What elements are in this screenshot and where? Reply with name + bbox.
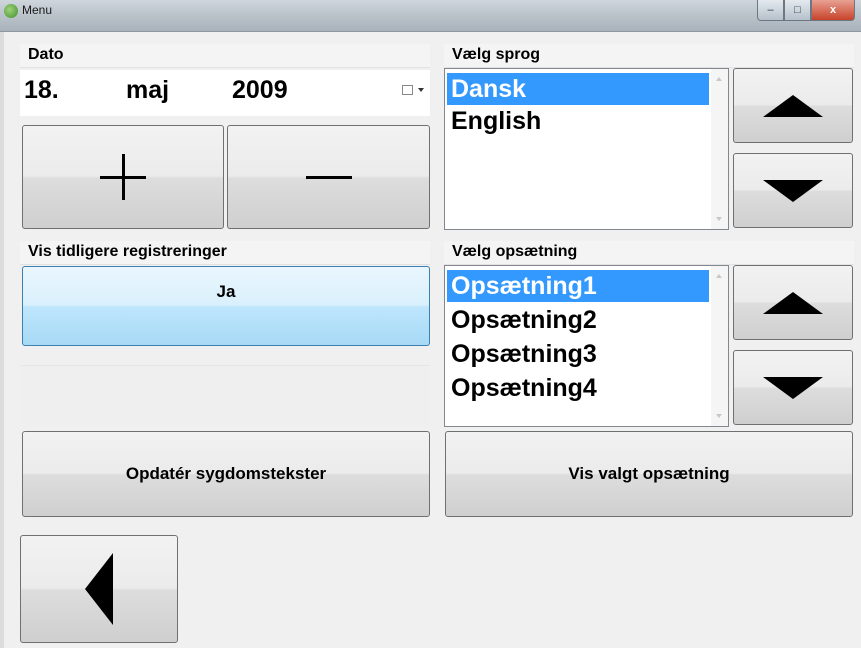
- show-history-button[interactable]: Ja: [22, 266, 430, 346]
- setup-item-2[interactable]: Opsætning2: [447, 304, 709, 336]
- show-selected-setup-button[interactable]: Vis valgt opsætning: [445, 431, 853, 517]
- scroll-down-arrow-icon[interactable]: [716, 414, 722, 418]
- plus-icon: [100, 154, 146, 200]
- down-arrow-icon: [763, 179, 823, 202]
- back-arrow-icon: [85, 553, 113, 625]
- language-item-dansk[interactable]: Dansk: [447, 73, 709, 105]
- back-button[interactable]: [20, 535, 178, 643]
- date-year[interactable]: 2009: [232, 76, 288, 105]
- history-label: Vis tidligere registreringer: [20, 241, 430, 265]
- decrement-date-button[interactable]: [227, 125, 430, 229]
- up-arrow-icon: [763, 94, 823, 117]
- window-title: Menu: [22, 3, 53, 17]
- setup-item-1[interactable]: Opsætning1: [447, 270, 709, 302]
- language-label: Vælg sprog: [444, 44, 854, 68]
- setup-scrollbar[interactable]: [711, 266, 728, 426]
- date-day[interactable]: 18.: [24, 76, 59, 105]
- setup-listbox[interactable]: Opsætning1 Opsætning2 Opsætning3 Opsætni…: [444, 265, 729, 427]
- setup-label: Vælg opsætning: [444, 241, 854, 265]
- setup-item-4[interactable]: Opsætning4: [447, 372, 709, 404]
- setup-up-button[interactable]: [733, 265, 853, 340]
- language-down-button[interactable]: [733, 153, 853, 228]
- update-disease-texts-button[interactable]: Opdatér sygdomstekster: [22, 431, 430, 517]
- show-selected-setup-label: Vis valgt opsætning: [568, 464, 730, 483]
- increment-date-button[interactable]: [22, 125, 224, 229]
- calendar-dropdown-icon[interactable]: [402, 83, 426, 99]
- date-picker[interactable]: 18. maj 2009: [20, 70, 430, 116]
- date-month[interactable]: maj: [126, 76, 169, 105]
- language-item-english[interactable]: English: [447, 105, 709, 137]
- close-button[interactable]: x: [811, 0, 855, 21]
- maximize-button[interactable]: □: [784, 0, 811, 21]
- minimize-button[interactable]: –: [757, 0, 784, 21]
- language-scrollbar[interactable]: [711, 69, 728, 229]
- scroll-up-arrow-icon[interactable]: [716, 77, 722, 81]
- window-controls: – □ x: [757, 0, 855, 22]
- down-arrow-icon: [763, 376, 823, 399]
- empty-panel: [20, 365, 430, 427]
- setup-item-3[interactable]: Opsætning3: [447, 338, 709, 370]
- window-left-edge: [0, 32, 4, 648]
- show-history-button-label: Ja: [216, 282, 236, 301]
- scroll-up-arrow-icon[interactable]: [716, 274, 722, 278]
- title-bar: Menu – □ x: [0, 0, 861, 32]
- app-icon: [4, 4, 18, 18]
- up-arrow-icon: [763, 291, 823, 314]
- language-up-button[interactable]: [733, 68, 853, 143]
- minus-icon: [305, 154, 352, 200]
- scroll-down-arrow-icon[interactable]: [716, 217, 722, 221]
- update-disease-texts-label: Opdatér sygdomstekster: [125, 464, 327, 483]
- language-listbox[interactable]: Dansk English: [444, 68, 729, 230]
- date-label: Dato: [20, 44, 430, 68]
- setup-down-button[interactable]: [733, 350, 853, 425]
